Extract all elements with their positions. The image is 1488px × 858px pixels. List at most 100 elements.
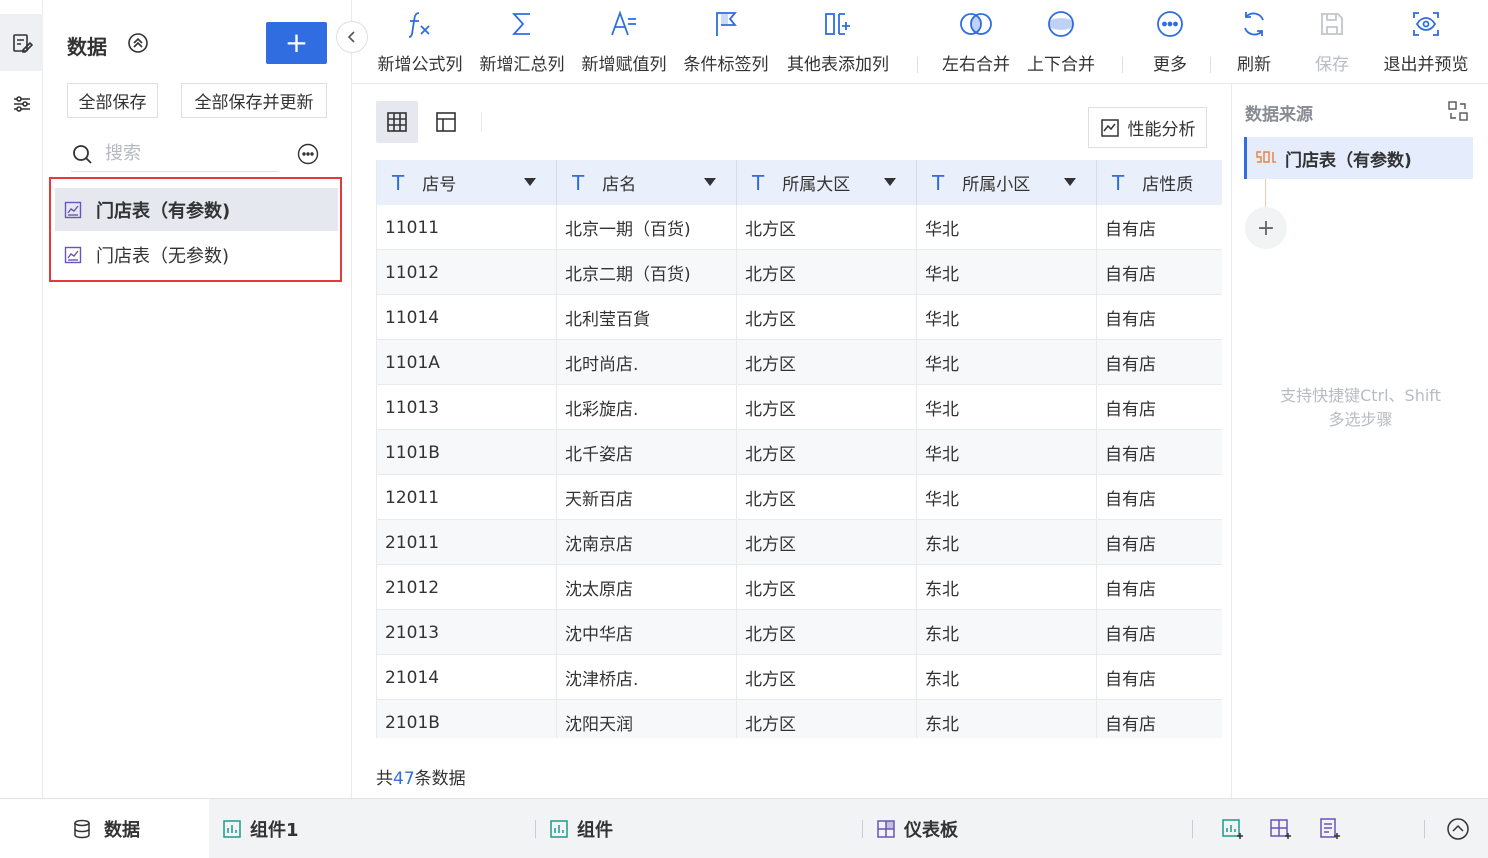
column-header[interactable]: T 店名 <box>557 160 737 205</box>
column-header-label: 店性质 <box>1142 175 1194 195</box>
performance-analysis-button[interactable]: 性能分析 <box>1088 107 1207 148</box>
table-cell: 21014 <box>377 655 557 700</box>
dataset-item[interactable]: 门店表（无参数) <box>55 233 338 276</box>
table-row[interactable]: 12011 天新百店 北方区 华北 自有店 <box>377 475 1222 520</box>
table-cell: 华北 <box>917 385 1097 430</box>
table-cell: 11012 <box>377 250 557 295</box>
column-dropdown-icon[interactable] <box>524 178 536 186</box>
column-header[interactable]: T 店号 <box>377 160 557 205</box>
table-row[interactable]: 11013 北彩旋店. 北方区 华北 自有店 <box>377 385 1222 430</box>
table-cell: 北方区 <box>737 475 917 520</box>
save-button[interactable]: 保存 <box>1302 0 1362 84</box>
merge-horizontal-button[interactable]: 左右合并 <box>938 0 1014 84</box>
flag-icon <box>716 12 737 36</box>
save-all-update-button[interactable]: 全部保存并更新 <box>181 83 327 118</box>
chevron-left-icon <box>347 31 355 43</box>
search-input[interactable] <box>105 143 265 164</box>
formula-icon <box>408 12 430 38</box>
column-header[interactable]: T 店性质 <box>1097 160 1222 205</box>
refresh-icon <box>1244 12 1264 36</box>
toolbar-divider <box>1210 57 1211 73</box>
more-options-icon[interactable] <box>297 143 319 165</box>
table-cell: 北方区 <box>737 610 917 655</box>
table-cell: 自有店 <box>1097 655 1222 700</box>
table-cell: 天新百店 <box>557 475 737 520</box>
table-row[interactable]: 21011 沈南京店 北方区 东北 自有店 <box>377 520 1222 565</box>
table-cell: 华北 <box>917 205 1097 250</box>
save-all-button[interactable]: 全部保存 <box>67 83 158 118</box>
database-icon <box>74 819 90 839</box>
table-cell: 21011 <box>377 520 557 565</box>
table-row[interactable]: 11011 北京一期（百货) 北方区 华北 自有店 <box>377 205 1222 250</box>
table-cell: 华北 <box>917 250 1097 295</box>
table-row[interactable]: 1101A 北时尚店. 北方区 华北 自有店 <box>377 340 1222 385</box>
column-header[interactable]: T 所属小区 <box>917 160 1097 205</box>
collapse-bar-icon[interactable] <box>1446 817 1470 841</box>
column-header[interactable]: T 所属大区 <box>737 160 917 205</box>
add-component-icon[interactable] <box>1221 817 1245 841</box>
layout-view-button[interactable] <box>425 101 467 143</box>
table-row[interactable]: 11012 北京二期（百货) 北方区 华北 自有店 <box>377 250 1222 295</box>
table-row[interactable]: 11014 北利莹百貨 北方区 华北 自有店 <box>377 295 1222 340</box>
column-dropdown-icon[interactable] <box>1064 178 1076 186</box>
add-formula-column-button[interactable]: 新增公式列 <box>374 0 466 84</box>
bottom-tab-bar: 数据 组件1 组件 仪表板 <box>0 798 1488 858</box>
add-summary-column-button[interactable]: 新增汇总列 <box>476 0 568 84</box>
column-dropdown-icon[interactable] <box>704 178 716 186</box>
dashboard-icon <box>877 820 895 838</box>
shortcut-hint: 支持快捷键Ctrl、Shift 多选步骤 <box>1280 386 1441 429</box>
exit-preview-button[interactable]: 退出并预览 <box>1378 0 1474 84</box>
step-connector <box>1265 179 1266 207</box>
table-cell: 沈南京店 <box>557 520 737 565</box>
column-dropdown-icon[interactable] <box>884 178 896 186</box>
dataset-chart-icon <box>64 201 82 218</box>
data-source-step[interactable]: 门店表（有参数) <box>1244 137 1473 179</box>
rail-data-button[interactable] <box>0 14 43 71</box>
column-header-label: 所属小区 <box>962 175 1031 195</box>
text-type-icon: T <box>932 170 945 195</box>
add-step-button[interactable]: + <box>1245 207 1287 249</box>
table-cell: 自有店 <box>1097 475 1222 520</box>
add-column-from-table-button[interactable]: 其他表添加列 <box>782 0 894 84</box>
text-type-icon: T <box>752 170 765 195</box>
dataset-chart-icon <box>64 246 82 263</box>
table-row[interactable]: 2101B 沈阳天润 北方区 东北 自有店 <box>377 700 1222 738</box>
condition-label-column-button[interactable]: 条件标签列 <box>680 0 772 84</box>
table-cell: 11011 <box>377 205 557 250</box>
collapse-up-icon[interactable] <box>127 32 149 54</box>
add-assign-column-button[interactable]: 新增赋值列 <box>578 0 670 84</box>
table-cell: 北方区 <box>737 565 917 610</box>
table-cell: 北方区 <box>737 385 917 430</box>
search-icon <box>73 144 92 164</box>
toolbar-divider <box>1122 57 1123 73</box>
table-row[interactable]: 21013 沈中华店 北方区 东北 自有店 <box>377 610 1222 655</box>
table-row[interactable]: 1101B 北千姿店 北方区 华北 自有店 <box>377 430 1222 475</box>
collapse-panel-button[interactable] <box>336 21 368 53</box>
merge-vertical-button[interactable]: 上下合并 <box>1023 0 1099 84</box>
table-cell: 11013 <box>377 385 557 430</box>
more-button[interactable]: 更多 <box>1140 0 1200 84</box>
row-count-number: 47 <box>393 769 415 789</box>
text-type-icon: T <box>1112 170 1125 195</box>
dataset-item[interactable]: 门店表（有参数) <box>55 188 338 231</box>
column-header-label: 店号 <box>422 175 457 195</box>
add-dashboard-icon[interactable] <box>1269 817 1293 841</box>
table-row[interactable]: 21012 沈太原店 北方区 东北 自有店 <box>377 565 1222 610</box>
tab-divider <box>1192 820 1193 838</box>
rail-settings-button[interactable] <box>0 75 43 132</box>
tab-data[interactable]: 数据 <box>0 799 209 858</box>
tab-component-1[interactable]: 组件1 <box>222 799 299 858</box>
tab-component[interactable]: 组件 <box>549 799 613 858</box>
add-dataset-button[interactable]: + <box>266 22 327 64</box>
table-cell: 自有店 <box>1097 520 1222 565</box>
table-cell: 自有店 <box>1097 250 1222 295</box>
grid-view-button[interactable] <box>376 101 418 143</box>
swap-layout-icon[interactable] <box>1447 100 1469 122</box>
table-cell: 北方区 <box>737 520 917 565</box>
table-row[interactable]: 21014 沈津桥店. 北方区 东北 自有店 <box>377 655 1222 700</box>
grid-header: T 店号 T 店名 T 所属大区 T 所属小区 T 店性质 <box>377 160 1222 205</box>
add-report-icon[interactable] <box>1318 817 1342 841</box>
tab-dashboard[interactable]: 仪表板 <box>876 799 958 858</box>
refresh-button[interactable]: 刷新 <box>1224 0 1284 84</box>
merge-vertical-icon <box>1048 11 1074 37</box>
